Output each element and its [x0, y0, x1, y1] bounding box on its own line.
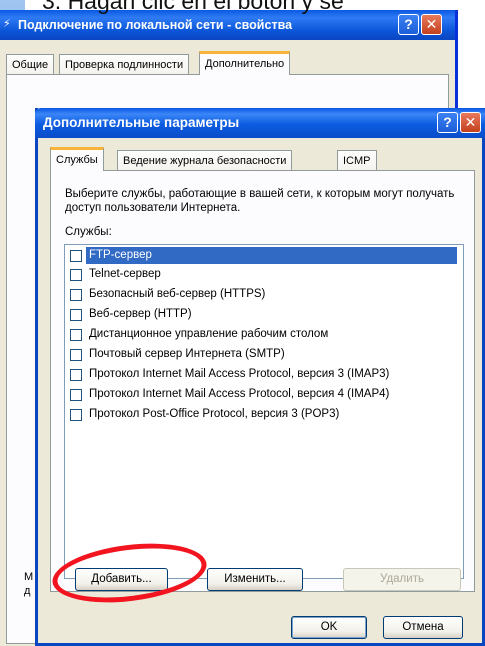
service-label: Почтовый сервер Интернета (SMTP): [89, 348, 285, 360]
tab-authentication[interactable]: Проверка подлинности: [59, 54, 190, 74]
services-list-label: Службы:: [65, 226, 112, 238]
service-checkbox[interactable]: [70, 329, 82, 341]
services-list[interactable]: FTP-сервер Telnet-сервер Безопасный веб-…: [64, 244, 464, 579]
service-checkbox[interactable]: [70, 289, 82, 301]
service-item-imap4[interactable]: Протокол Internet Mail Access Protocol, …: [66, 385, 462, 404]
service-item-telnet[interactable]: Telnet-сервер: [66, 265, 462, 284]
tab-general[interactable]: Общие: [6, 54, 55, 74]
back-panel-text-fragments: M д: [24, 570, 33, 598]
help-button[interactable]: ?: [437, 112, 458, 133]
service-checkbox[interactable]: [70, 389, 82, 401]
fragment-line-1: M: [24, 571, 34, 583]
service-item-smtp[interactable]: Почтовый сервер Интернета (SMTP): [66, 345, 462, 364]
dialog-tab-strip: Службы Ведение журнала безопасности ICMP: [50, 147, 470, 172]
close-button[interactable]: ✕: [460, 112, 481, 133]
back-window-title: Подключение по локальной сети - свойства: [18, 18, 293, 32]
service-checkbox[interactable]: [70, 309, 82, 321]
service-label: Telnet-сервер: [89, 268, 161, 280]
tab-security-logging[interactable]: Ведение журнала безопасности: [117, 150, 293, 170]
service-label: Протокол Internet Mail Access Protocol, …: [89, 368, 390, 380]
back-close-button[interactable]: ✕: [421, 14, 442, 35]
network-connection-icon: ⚡: [3, 18, 11, 30]
service-item-remote-desktop[interactable]: Дистанционное управление рабочим столом: [66, 325, 462, 344]
add-button[interactable]: Добавить...: [75, 568, 168, 591]
delete-button[interactable]: Удалить: [343, 568, 461, 591]
fragment-line-2: д: [24, 585, 31, 597]
service-label: Протокол Internet Mail Access Protocol, …: [89, 388, 390, 400]
service-label: Безопасный веб-сервер (HTTPS): [89, 288, 266, 300]
edit-button[interactable]: Изменить...: [207, 568, 303, 591]
tutorial-caption: 3. Hagan clic en el botón y se: [42, 0, 344, 14]
service-label: FTP-сервер: [86, 247, 457, 264]
service-checkbox[interactable]: [70, 269, 82, 281]
service-item-https[interactable]: Безопасный веб-сервер (HTTPS): [66, 285, 462, 304]
back-help-button[interactable]: ?: [398, 14, 419, 35]
tab-services[interactable]: Службы: [50, 147, 104, 171]
service-label: Дистанционное управление рабочим столом: [89, 328, 329, 340]
cancel-button[interactable]: Отмена: [383, 616, 463, 639]
services-tab-panel: Выберите службы, работающие в вашей сети…: [50, 170, 475, 592]
tab-icmp[interactable]: ICMP: [337, 150, 377, 170]
service-checkbox[interactable]: [70, 349, 82, 361]
tab-advanced[interactable]: Дополнительно: [199, 51, 291, 75]
service-item-imap3[interactable]: Протокол Internet Mail Access Protocol, …: [66, 365, 462, 384]
services-description: Выберите службы, работающие в вашей сети…: [65, 188, 455, 214]
service-checkbox[interactable]: [70, 409, 82, 421]
service-checkbox[interactable]: [70, 369, 82, 381]
ok-button[interactable]: OK: [291, 616, 367, 639]
advanced-settings-dialog: Дополнительные параметры ? ✕ Службы Веде…: [35, 108, 485, 646]
service-item-http[interactable]: Веб-сервер (HTTP): [66, 305, 462, 324]
service-label: Протокол Post-Office Protocol, версия 3 …: [89, 408, 340, 420]
service-item-ftp[interactable]: FTP-сервер: [66, 246, 462, 265]
dialog-title: Дополнительные параметры: [43, 115, 240, 130]
service-item-pop3[interactable]: Протокол Post-Office Protocol, версия 3 …: [66, 405, 462, 424]
dialog-title-bar[interactable]: Дополнительные параметры ? ✕: [35, 108, 485, 138]
service-checkbox[interactable]: [70, 250, 82, 262]
service-label: Веб-сервер (HTTP): [89, 308, 192, 320]
